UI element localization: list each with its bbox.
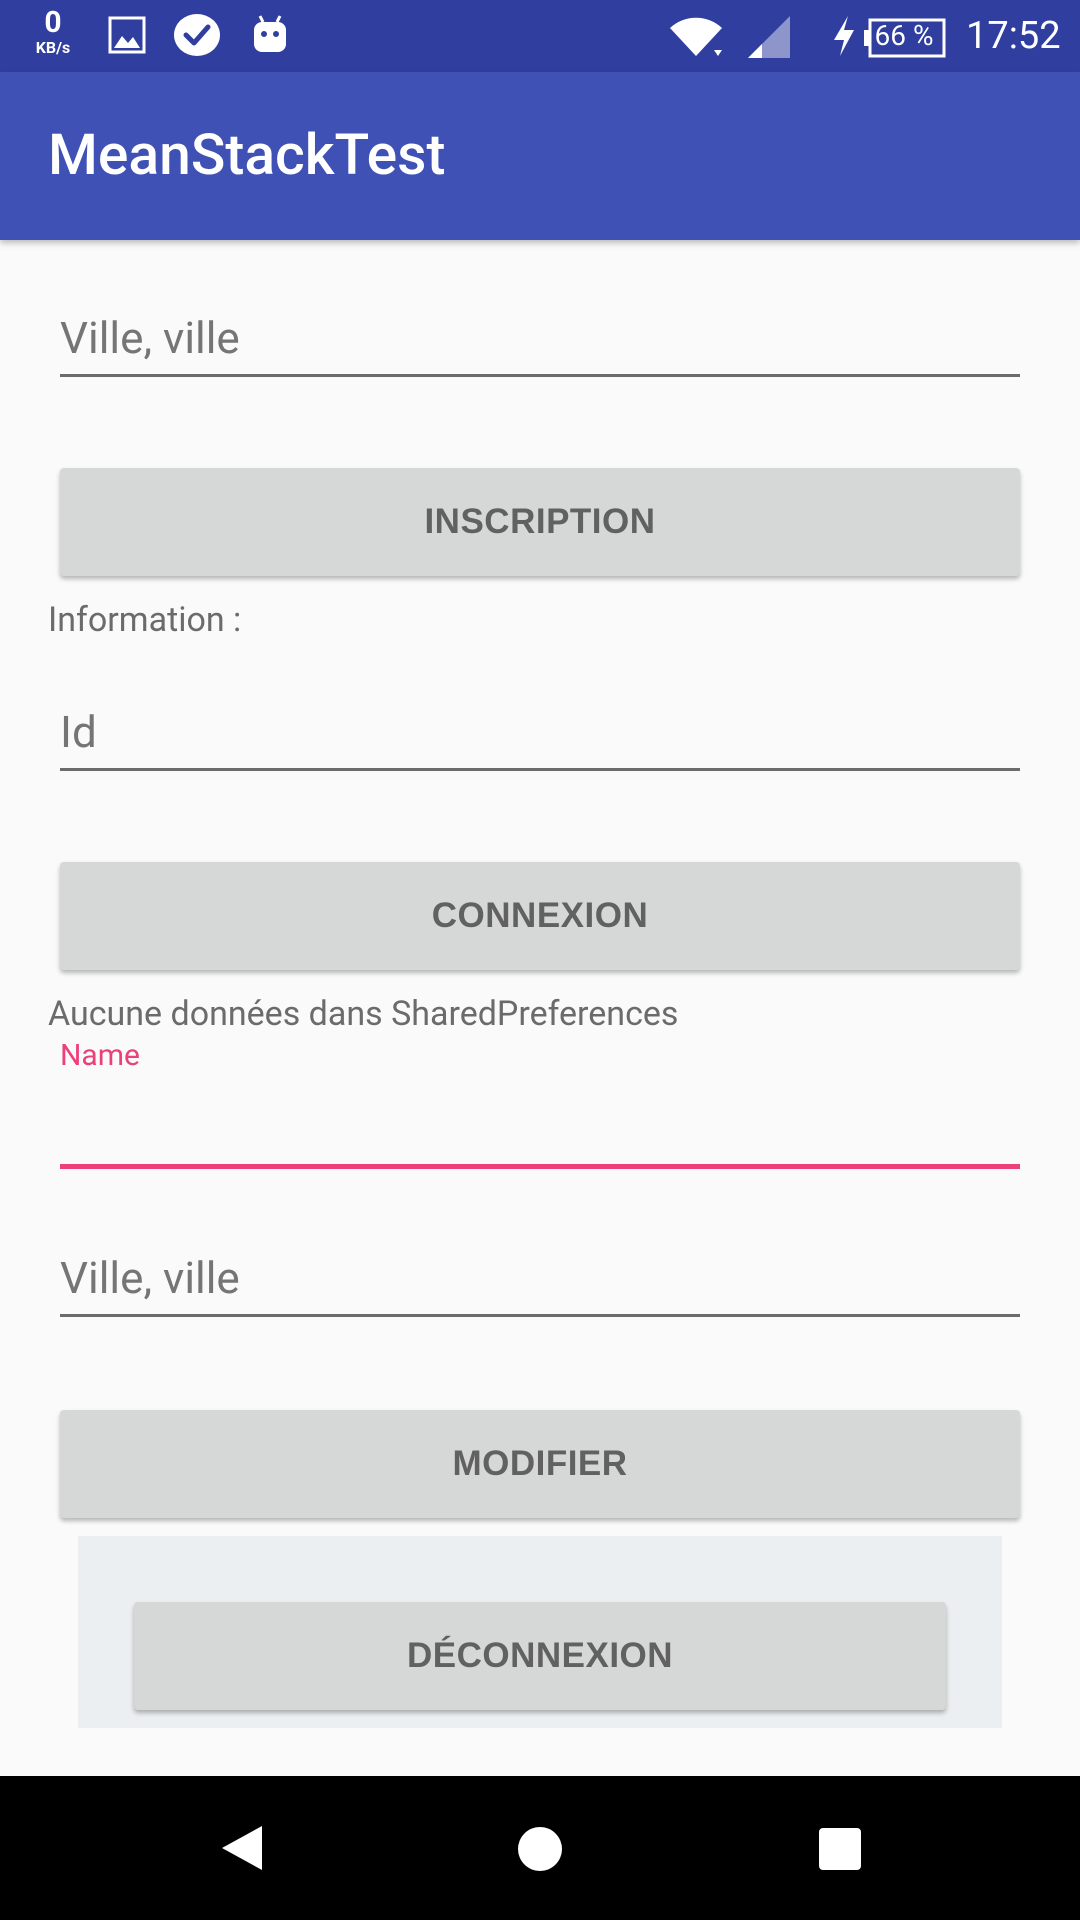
battery-percent: 66 % [874,19,934,52]
city-input-2-underline [60,1314,1020,1317]
name-input-underline [60,1164,1020,1169]
city-input-2-placeholder: Ville, ville [60,1252,240,1304]
status-bar: 0 KB/s 66 % 17:52 [0,0,1080,72]
charging-icon [834,16,854,56]
clock: 17:52 [966,14,1061,58]
city-input-1[interactable]: Ville, ville [60,312,1020,378]
gallery-icon [108,16,146,54]
deconnexion-button[interactable]: DÉCONNEXION [134,1602,946,1710]
name-input-label: Name [60,1038,140,1073]
name-input[interactable] [60,1080,1020,1170]
app-title: MeanStackTest [48,121,446,188]
home-icon[interactable] [518,1827,562,1871]
wifi-icon [670,17,722,56]
information-label: Information : [48,600,242,640]
id-input-placeholder: Id [60,706,97,758]
navigation-bar [0,1776,1080,1920]
city-input-1-placeholder: Ville, ville [60,312,240,364]
logout-panel: DÉCONNEXION [78,1536,1002,1728]
connexion-button[interactable]: CONNEXION [60,862,1020,970]
check-cloud-icon [174,14,220,56]
id-input[interactable]: Id [60,706,1020,772]
shared-prefs-message: Aucune données dans SharedPreferences [48,994,679,1034]
id-input-underline [60,768,1020,771]
inscription-button[interactable]: INSCRIPTION [60,468,1020,576]
app-bar: MeanStackTest [0,72,1080,240]
network-speed: 0 KB/s [26,8,80,56]
modifier-button[interactable]: MODIFIER [60,1410,1020,1518]
signal-icon [748,16,790,58]
city-input-2[interactable]: Ville, ville [60,1252,1020,1318]
back-icon[interactable] [220,1824,264,1872]
android-icon [254,15,286,52]
recents-icon[interactable] [819,1828,861,1870]
network-speed-unit: KB/s [35,38,71,57]
network-speed-value: 0 [44,5,62,40]
city-input-1-underline [60,374,1020,377]
